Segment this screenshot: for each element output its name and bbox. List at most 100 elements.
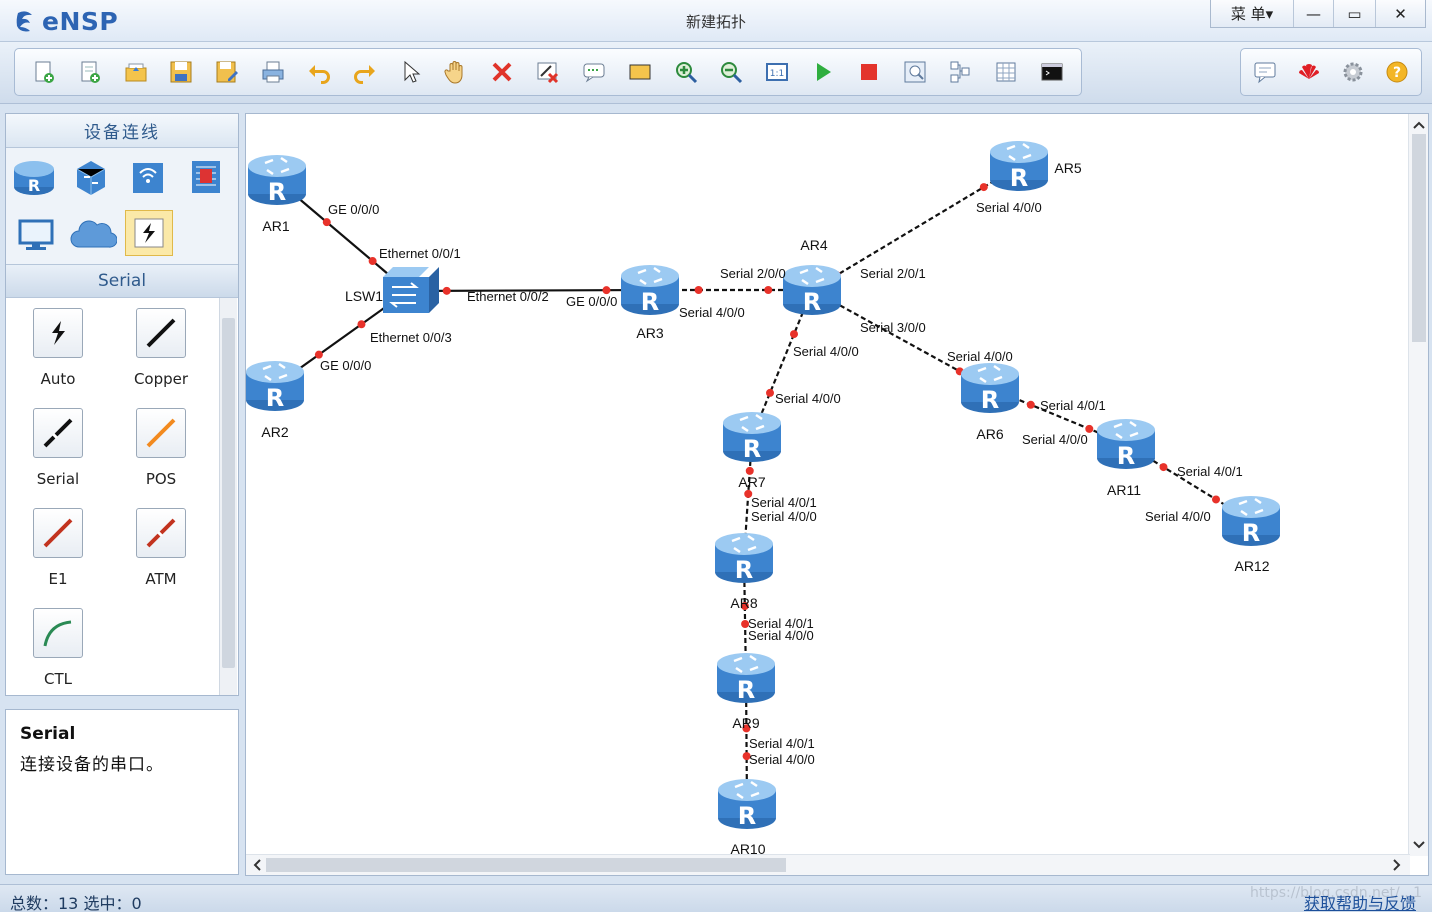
router-icon[interactable] — [1220, 494, 1282, 549]
zoom-out-icon[interactable] — [708, 52, 754, 92]
port-label: Serial 2/0/0 — [720, 266, 786, 281]
command-line-icon[interactable] — [1029, 52, 1075, 92]
redo-icon[interactable] — [342, 52, 388, 92]
help-feedback-link[interactable]: 获取帮助与反馈 — [1304, 890, 1416, 912]
cable-ctl[interactable]: CTL — [8, 600, 108, 696]
router-icon[interactable] — [988, 139, 1050, 194]
capture-icon[interactable] — [892, 52, 938, 92]
minimize-button[interactable]: — — [1293, 0, 1333, 27]
switch-icon[interactable] — [383, 267, 439, 313]
port-status-dot — [322, 218, 331, 227]
delete-all-links-icon[interactable] — [525, 52, 571, 92]
cable-label: CTL — [44, 670, 72, 688]
router-icon[interactable] — [781, 263, 843, 318]
device-label: AR11 — [1107, 482, 1141, 498]
device-label: AR4 — [800, 237, 827, 253]
port-label: Serial 4/0/0 — [1145, 509, 1211, 524]
router-icon[interactable] — [716, 777, 778, 832]
port-status-dot — [790, 330, 798, 339]
fit-view-icon[interactable]: 1:1 — [754, 52, 800, 92]
cable-e1[interactable]: E1 — [8, 500, 108, 596]
print-icon[interactable] — [250, 52, 296, 92]
grid-icon[interactable] — [983, 52, 1029, 92]
cable-serial[interactable]: Serial — [8, 400, 108, 496]
select-icon[interactable] — [388, 52, 434, 92]
cable-label: Serial — [36, 470, 80, 488]
cable-copper[interactable]: Copper — [111, 300, 211, 396]
connection-category-icon[interactable] — [125, 210, 173, 256]
start-device-icon[interactable] — [800, 52, 846, 92]
router-icon[interactable] — [619, 263, 681, 318]
port-label: GE 0/0/0 — [320, 358, 371, 373]
delete-icon[interactable] — [479, 52, 525, 92]
port-label: Ethernet 0/0/3 — [370, 330, 452, 345]
port-label: Serial 4/0/1 — [1177, 464, 1243, 479]
switch-category-icon[interactable] — [67, 154, 115, 200]
status-bar: 总数：13 选中：0 https://blog.csdn.net/...1 获取… — [0, 884, 1432, 912]
router-icon[interactable] — [246, 153, 308, 208]
chat-icon[interactable] — [1243, 52, 1287, 92]
device-panel-title: 设备连线 — [6, 114, 238, 148]
huawei-icon[interactable] — [1287, 52, 1331, 92]
port-label: Serial 4/0/0 — [749, 752, 815, 767]
device-label: AR7 — [738, 474, 765, 490]
stop-device-icon[interactable] — [846, 52, 892, 92]
e1-cable-icon — [33, 508, 83, 558]
cable-label: Copper — [133, 370, 189, 388]
save-icon[interactable] — [158, 52, 204, 92]
pos-cable-icon — [136, 408, 186, 458]
port-status-dot — [764, 286, 773, 294]
cable-list-scrollbar[interactable] — [219, 298, 237, 695]
zoom-in-icon[interactable] — [663, 52, 709, 92]
port-label: Serial 4/0/0 — [947, 349, 1013, 364]
copper-cable-icon — [136, 308, 186, 358]
router-icon[interactable] — [721, 410, 783, 465]
port-label: Serial 4/0/0 — [793, 344, 859, 359]
port-status-dot — [694, 286, 703, 294]
help-icon[interactable]: ? — [1375, 52, 1419, 92]
cable-pos[interactable]: POS — [111, 400, 211, 496]
firewall-category-icon[interactable] — [182, 154, 230, 200]
port-label: Ethernet 0/0/1 — [379, 246, 461, 261]
menu-button[interactable]: 菜 单▾ — [1211, 0, 1293, 27]
canvas-vertical-scrollbar[interactable] — [1408, 114, 1428, 856]
router-icon[interactable] — [715, 651, 777, 706]
new-topology-icon[interactable] — [21, 52, 67, 92]
wlan-category-icon[interactable] — [124, 154, 172, 200]
topology-canvas[interactable]: R AR1AR2LSW1AR3AR4AR5AR6AR7AR8AR9AR10AR1… — [245, 113, 1429, 876]
port-label: Serial 4/0/0 — [748, 628, 814, 643]
toolbar-right-group: ? — [1240, 48, 1422, 96]
close-button[interactable]: ✕ — [1375, 0, 1425, 27]
cable-auto[interactable]: Auto — [8, 300, 108, 396]
router-icon[interactable] — [1095, 417, 1157, 472]
pc-category-icon[interactable] — [12, 212, 60, 258]
save-as-icon[interactable] — [204, 52, 250, 92]
port-label: Serial 4/0/0 — [976, 200, 1042, 215]
cable-atm[interactable]: ATM — [111, 500, 211, 596]
text-annotation-icon[interactable] — [571, 52, 617, 92]
maximize-button[interactable]: ▭ — [1333, 0, 1375, 27]
port-status-dot — [357, 320, 366, 329]
router-icon[interactable] — [959, 361, 1021, 416]
ctl-cable-icon — [33, 608, 83, 658]
svg-text:R: R — [28, 176, 40, 195]
new-example-icon[interactable] — [67, 52, 113, 92]
device-label: LSW1 — [345, 288, 383, 304]
rectangle-annotation-icon[interactable] — [617, 52, 663, 92]
port-status-dot — [1026, 400, 1035, 409]
cable-label: Auto — [40, 370, 76, 388]
port-status-dot — [979, 183, 988, 192]
cloud-category-icon[interactable] — [69, 212, 117, 258]
description-title: Serial — [20, 724, 76, 744]
port-label: Serial 4/0/0 — [751, 509, 817, 524]
open-icon[interactable] — [113, 52, 159, 92]
device-label: AR1 — [262, 218, 289, 234]
router-icon[interactable] — [246, 359, 306, 414]
canvas-horizontal-scrollbar[interactable] — [246, 854, 1410, 875]
router-icon[interactable] — [713, 531, 775, 586]
router-category-icon[interactable]: R — [10, 154, 58, 200]
show-ports-icon[interactable] — [938, 52, 984, 92]
undo-icon[interactable] — [296, 52, 342, 92]
pan-hand-icon[interactable] — [433, 52, 479, 92]
settings-icon[interactable] — [1331, 52, 1375, 92]
